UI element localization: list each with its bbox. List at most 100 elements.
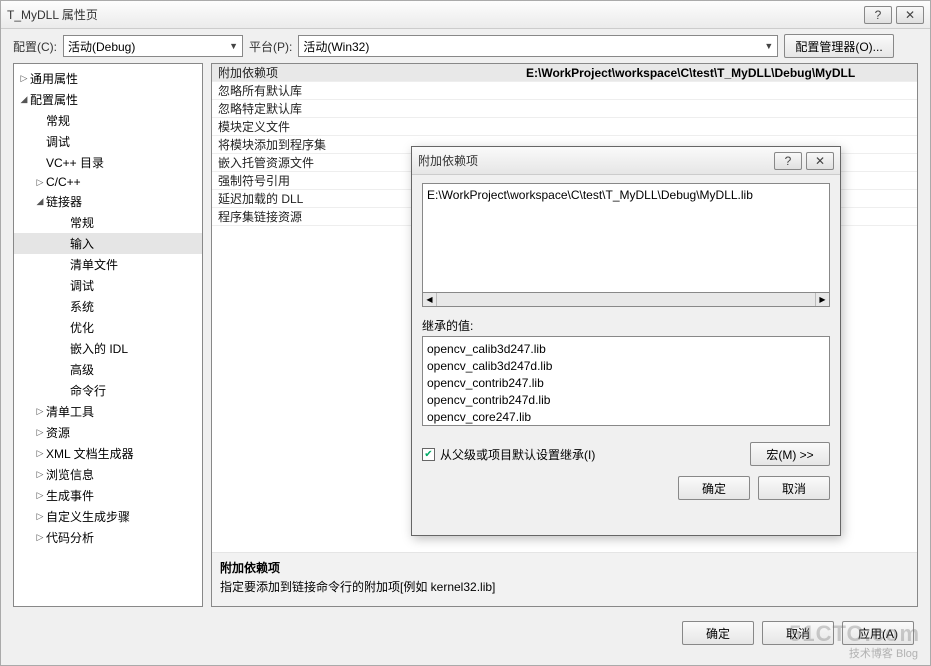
tree-item[interactable]: ▷资源 [14, 422, 202, 443]
scroll-left-icon[interactable]: ◀ [423, 293, 437, 306]
expand-icon: ▷ [34, 490, 46, 501]
tree-item[interactable]: 调试 [14, 275, 202, 296]
tree-item-label: 命令行 [70, 382, 106, 399]
property-value [522, 118, 917, 135]
tree-item-label: 清单工具 [46, 403, 94, 420]
config-toolbar: 配置(C): 活动(Debug) ▼ 平台(P): 活动(Win32) ▼ 配置… [1, 29, 930, 63]
list-item[interactable]: opencv_calib3d247.lib [427, 341, 825, 358]
tree-item-label: 浏览信息 [46, 466, 94, 483]
help-button[interactable]: ? [864, 6, 892, 24]
property-row[interactable]: 模块定义文件 [212, 118, 917, 136]
tree-item[interactable]: ▷生成事件 [14, 485, 202, 506]
tree-item-label: 调试 [70, 277, 94, 294]
ok-button[interactable]: 确定 [682, 621, 754, 645]
list-item[interactable]: opencv_calib3d247d.lib [427, 358, 825, 375]
expand-icon: ◢ [34, 196, 46, 207]
expand-icon: ▷ [34, 406, 46, 417]
expand-icon: ▷ [34, 532, 46, 543]
tree-item[interactable]: ▷XML 文档生成器 [14, 443, 202, 464]
tree-item[interactable]: 清单文件 [14, 254, 202, 275]
tree-item-label: 自定义生成步骤 [46, 508, 130, 525]
tree-item[interactable]: ▷C/C++ [14, 173, 202, 191]
expand-icon: ◢ [18, 94, 30, 105]
main-titlebar: T_MyDLL 属性页 ? ✕ [1, 1, 930, 29]
config-label: 配置(C): [13, 38, 57, 55]
property-row[interactable]: 忽略特定默认库 [212, 100, 917, 118]
desc-text: 指定要添加到链接命令行的附加项[例如 kernel32.lib] [220, 578, 909, 595]
property-name: 忽略所有默认库 [212, 82, 522, 99]
modal-ok-button[interactable]: 确定 [678, 476, 750, 500]
tree-item[interactable]: 输入 [14, 233, 202, 254]
additional-deps-dialog: 附加依赖项 ? ✕ E:\WorkProject\workspace\C\tes… [411, 146, 841, 536]
watermark-sub: 技术博客 Blog [849, 645, 918, 661]
window-title: T_MyDLL 属性页 [7, 6, 864, 23]
expand-icon: ▷ [34, 511, 46, 522]
tree-item[interactable]: 嵌入的 IDL [14, 338, 202, 359]
property-name: 忽略特定默认库 [212, 100, 522, 117]
modal-body: E:\WorkProject\workspace\C\test\T_MyDLL\… [412, 175, 840, 535]
tree-item[interactable]: ▷清单工具 [14, 401, 202, 422]
platform-label: 平台(P): [249, 38, 292, 55]
property-row[interactable]: 忽略所有默认库 [212, 82, 917, 100]
tree-item-label: VC++ 目录 [46, 154, 104, 171]
config-manager-button[interactable]: 配置管理器(O)... [784, 34, 893, 58]
tree-item[interactable]: 高级 [14, 359, 202, 380]
inherited-label: 继承的值: [422, 317, 830, 334]
property-name: 附加依赖项 [212, 64, 522, 81]
tree-item-label: 调试 [46, 133, 70, 150]
tree-item-label: 高级 [70, 361, 94, 378]
macro-button[interactable]: 宏(M) >> [750, 442, 830, 466]
description-panel: 附加依赖项 指定要添加到链接命令行的附加项[例如 kernel32.lib] [212, 552, 917, 606]
tree-item-label: C/C++ [46, 175, 81, 189]
tree-item[interactable]: 命令行 [14, 380, 202, 401]
desc-title: 附加依赖项 [220, 559, 909, 576]
list-item[interactable]: opencv_core247.lib [427, 409, 825, 426]
tree-item-label: 配置属性 [30, 91, 78, 108]
modal-help-button[interactable]: ? [774, 152, 802, 170]
tree-item[interactable]: 常规 [14, 110, 202, 131]
tree-item-label: 代码分析 [46, 529, 94, 546]
tree-item[interactable]: 优化 [14, 317, 202, 338]
tree-item[interactable]: ◢链接器 [14, 191, 202, 212]
close-button[interactable]: ✕ [896, 6, 924, 24]
property-name: 模块定义文件 [212, 118, 522, 135]
tree-item[interactable]: ▷通用属性 [14, 68, 202, 89]
tree-item[interactable]: ◢配置属性 [14, 89, 202, 110]
inherit-checkbox-label: 从父级或项目默认设置继承(I) [440, 446, 595, 463]
tree-item-label: 输入 [70, 235, 94, 252]
tree-panel[interactable]: ▷通用属性◢配置属性常规调试VC++ 目录▷C/C++◢链接器常规输入清单文件调… [13, 63, 203, 607]
chevron-down-icon: ▼ [764, 41, 773, 51]
tree-item[interactable]: ▷自定义生成步骤 [14, 506, 202, 527]
platform-value: 活动(Win32) [303, 38, 369, 55]
tree-item[interactable]: VC++ 目录 [14, 152, 202, 173]
tree-item[interactable]: ▷浏览信息 [14, 464, 202, 485]
list-item[interactable]: opencv_contrib247d.lib [427, 392, 825, 409]
expand-icon: ▷ [34, 177, 46, 188]
tree-item-label: 通用属性 [30, 70, 78, 87]
tree-item[interactable]: 系统 [14, 296, 202, 317]
expand-icon: ▷ [34, 427, 46, 438]
tree-item-label: 链接器 [46, 193, 82, 210]
inherit-checkbox[interactable]: ✔ [422, 448, 435, 461]
modal-titlebar: 附加依赖项 ? ✕ [412, 147, 840, 175]
scroll-right-icon[interactable]: ▶ [815, 293, 829, 306]
tree-item[interactable]: 调试 [14, 131, 202, 152]
tree-item-label: 优化 [70, 319, 94, 336]
modal-button-row: 确定 取消 [422, 476, 830, 500]
watermark: 51CTO.com [789, 621, 920, 647]
property-row[interactable]: 附加依赖项E:\WorkProject\workspace\C\test\T_M… [212, 64, 917, 82]
platform-combo[interactable]: 活动(Win32) ▼ [298, 35, 778, 57]
tree-item[interactable]: 常规 [14, 212, 202, 233]
inherited-listbox[interactable]: opencv_calib3d247.libopencv_calib3d247d.… [422, 336, 830, 426]
horizontal-scrollbar[interactable]: ◀ ▶ [422, 293, 830, 307]
config-combo[interactable]: 活动(Debug) ▼ [63, 35, 243, 57]
modal-close-button[interactable]: ✕ [806, 152, 834, 170]
tree-item[interactable]: ▷代码分析 [14, 527, 202, 548]
deps-textbox[interactable]: E:\WorkProject\workspace\C\test\T_MyDLL\… [422, 183, 830, 293]
tree-item-label: 常规 [46, 112, 70, 129]
expand-icon: ▷ [18, 73, 30, 84]
config-value: 活动(Debug) [68, 38, 135, 55]
tree-item-label: 资源 [46, 424, 70, 441]
list-item[interactable]: opencv_contrib247.lib [427, 375, 825, 392]
modal-cancel-button[interactable]: 取消 [758, 476, 830, 500]
